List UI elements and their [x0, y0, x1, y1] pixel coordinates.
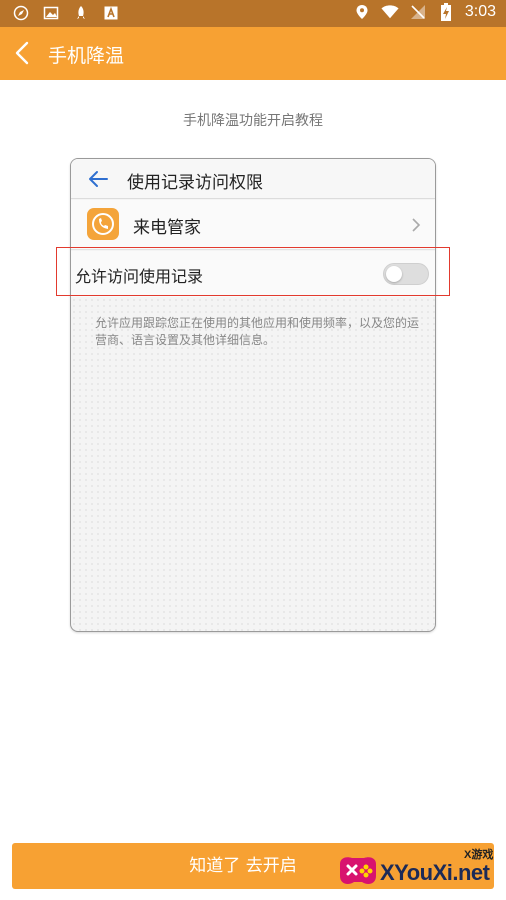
no-signal-icon [409, 3, 427, 21]
got-it-open-button-label: 知道了 去开启 [189, 856, 297, 876]
card-header: 使用记录访问权限 [71, 159, 435, 199]
highlight-box [56, 247, 450, 296]
app-name: 来电管家 [133, 218, 201, 238]
page-title: 手机降温 [48, 45, 125, 67]
watermark: X游戏 XYouXi.net [334, 838, 504, 898]
card-header-title: 使用记录访问权限 [127, 173, 263, 193]
font-icon [102, 4, 120, 22]
status-right-icons: 3:03 [353, 3, 496, 21]
status-bar: 3:03 [0, 0, 506, 27]
chevron-right-icon [411, 217, 421, 233]
gamepad-logo-icon [334, 846, 382, 894]
tutorial-illustration-card: 使用记录访问权限 来电管家 允许访问使用记录 允许应用跟踪您正在使用的其他应用和… [70, 158, 436, 632]
compass-icon [12, 4, 30, 22]
battery-charging-icon [437, 3, 455, 21]
app-bar: 手机降温 [0, 27, 506, 80]
card-back-arrow-icon [87, 169, 109, 189]
app-row: 来电管家 [71, 200, 435, 250]
status-left-icons [12, 4, 120, 22]
watermark-text: XYouXi.net [380, 860, 490, 885]
image-icon [42, 4, 60, 22]
rocket-icon [72, 4, 90, 22]
location-icon [353, 3, 371, 21]
wifi-icon [381, 3, 399, 21]
phone-manager-icon [87, 208, 119, 240]
usage-access-description: 允许应用跟踪您正在使用的其他应用和使用频率，以及您的运营商、语言设置及其他详细信… [95, 316, 420, 347]
tutorial-subtitle: 手机降温功能开启教程 [183, 113, 323, 129]
status-time: 3:03 [464, 3, 496, 20]
back-arrow-icon[interactable] [12, 40, 34, 66]
